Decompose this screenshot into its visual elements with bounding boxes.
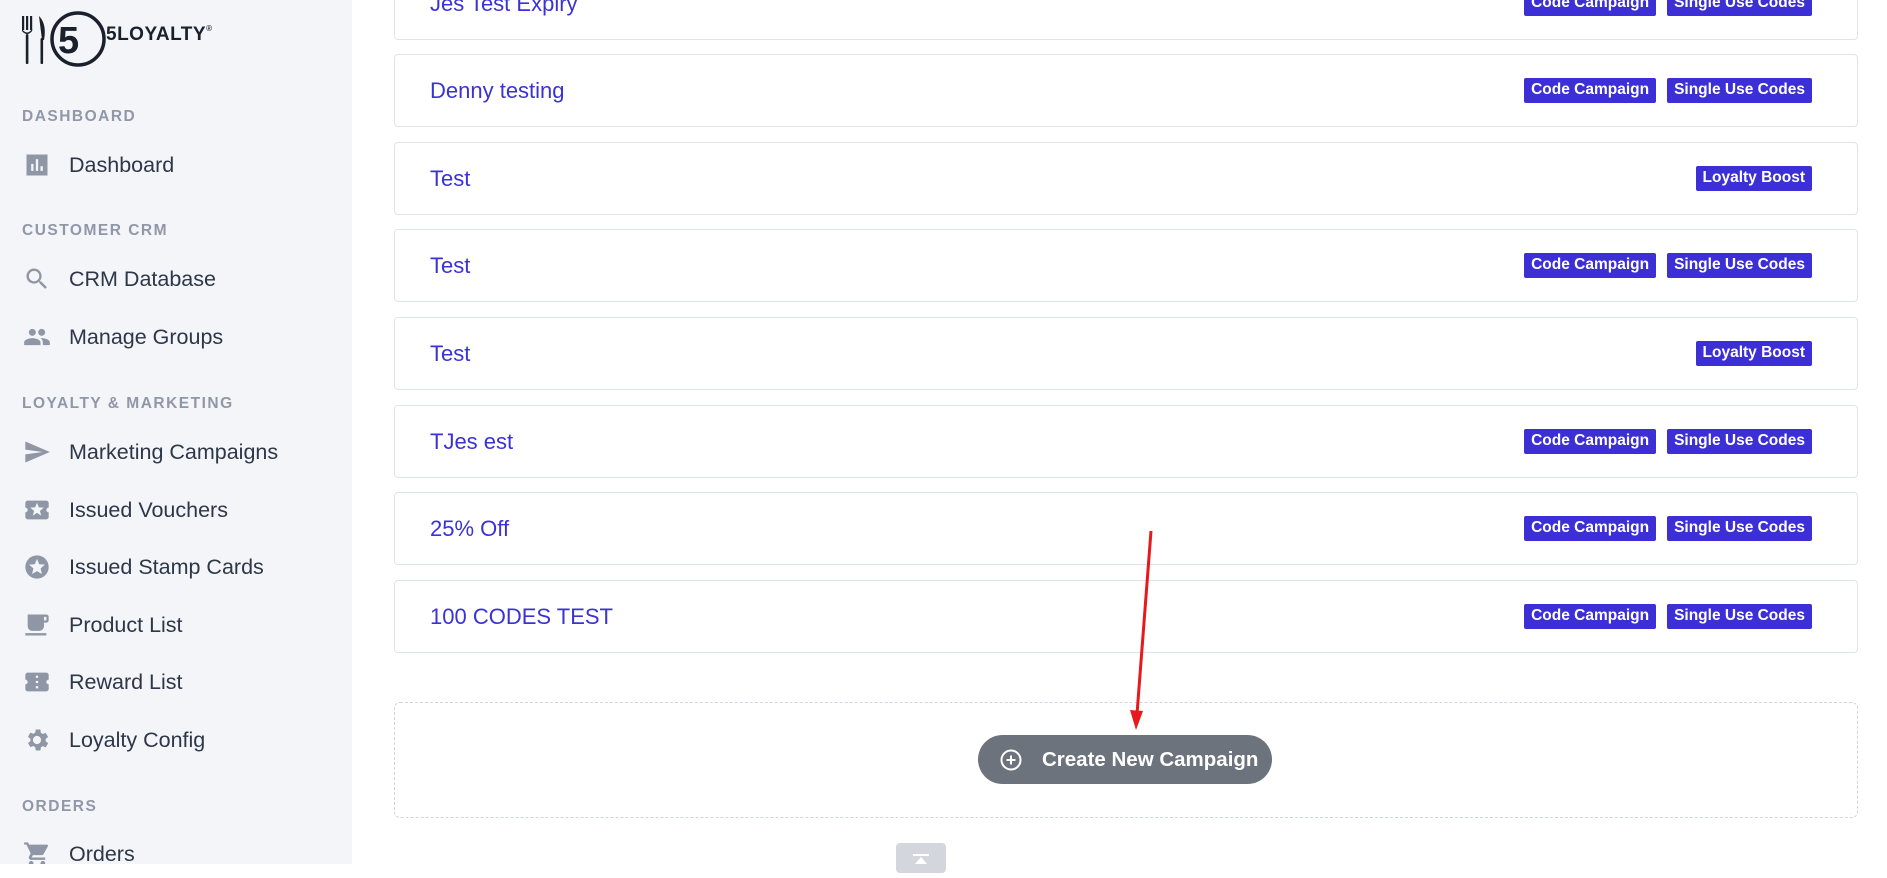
campaign-badges: Code Campaign Single Use Codes xyxy=(1524,604,1812,629)
section-title-customer-crm: CUSTOMER CRM xyxy=(22,222,169,239)
campaign-badges: Loyalty Boost xyxy=(1695,341,1812,366)
sidebar-item-crm-database[interactable]: CRM Database xyxy=(22,259,342,299)
sidebar-item-label: Issued Stamp Cards xyxy=(69,554,264,579)
create-new-campaign-label: Create New Campaign xyxy=(1042,747,1259,771)
campaign-badges: Code Campaign Single Use Codes xyxy=(1524,516,1812,541)
sidebar-item-issued-stamp-cards[interactable]: Issued Stamp Cards xyxy=(22,547,342,587)
campaign-type-badge: Code Campaign xyxy=(1524,604,1657,629)
section-title-loyalty-marketing: LOYALTY & MARKETING xyxy=(22,395,234,412)
campaign-type-badge: Code Campaign xyxy=(1524,78,1657,103)
campaign-row[interactable]: Jes Test Expiry Code Campaign Single Use… xyxy=(394,0,1858,40)
fork-knife-logo-icon: 5 xyxy=(22,11,106,67)
campaign-row[interactable]: 100 CODES TEST Code Campaign Single Use … xyxy=(394,580,1858,653)
section-title-orders: ORDERS xyxy=(22,798,98,815)
sidebar-item-label: Dashboard xyxy=(69,152,175,177)
campaign-name-link[interactable]: Denny testing xyxy=(430,78,565,104)
svg-text:5: 5 xyxy=(58,20,79,62)
campaign-type-badge: Single Use Codes xyxy=(1667,604,1812,629)
campaign-name-link[interactable]: 25% Off xyxy=(430,516,509,542)
campaign-name-link[interactable]: Test xyxy=(430,341,470,367)
sidebar-item-product-list[interactable]: Product List xyxy=(22,605,342,645)
campaign-name-link[interactable]: Test xyxy=(430,166,470,192)
create-new-campaign-button[interactable]: Create New Campaign xyxy=(978,735,1272,784)
sidebar-item-marketing-campaigns[interactable]: Marketing Campaigns xyxy=(22,432,342,472)
search-icon xyxy=(22,264,52,294)
section-title-dashboard: DASHBOARD xyxy=(22,108,137,125)
sidebar-item-dashboard[interactable]: Dashboard xyxy=(22,145,342,185)
sidebar-item-manage-groups[interactable]: Manage Groups xyxy=(22,317,342,357)
campaign-type-badge: Loyalty Boost xyxy=(1695,341,1812,366)
campaign-row[interactable]: TJes est Code Campaign Single Use Codes xyxy=(394,405,1858,478)
sidebar-item-loyalty-config[interactable]: Loyalty Config xyxy=(22,720,342,760)
sidebar-item-label: CRM Database xyxy=(69,266,216,291)
campaign-type-badge: Single Use Codes xyxy=(1667,516,1812,541)
campaign-badges: Code Campaign Single Use Codes xyxy=(1524,429,1812,454)
campaign-type-badge: Single Use Codes xyxy=(1667,253,1812,278)
campaign-row[interactable]: Test Loyalty Boost xyxy=(394,142,1858,215)
gear-icon xyxy=(22,725,52,755)
campaign-badges: Code Campaign Single Use Codes xyxy=(1524,0,1812,16)
campaign-type-badge: Code Campaign xyxy=(1524,429,1657,454)
sidebar-item-label: Issued Vouchers xyxy=(69,497,228,522)
campaign-name-link[interactable]: TJes est xyxy=(430,429,513,455)
campaign-badges: Loyalty Boost xyxy=(1695,166,1812,191)
plus-circle-icon xyxy=(1000,749,1022,770)
sidebar-item-issued-vouchers[interactable]: Issued Vouchers xyxy=(22,490,342,530)
campaign-row[interactable]: 25% Off Code Campaign Single Use Codes xyxy=(394,492,1858,565)
campaign-type-badge: Single Use Codes xyxy=(1667,78,1812,103)
campaign-type-badge: Code Campaign xyxy=(1524,253,1657,278)
reward-ticket-icon xyxy=(22,667,52,697)
ticket-icon xyxy=(22,495,52,525)
campaign-type-badge: Code Campaign xyxy=(1524,0,1657,16)
sidebar-item-label: Reward List xyxy=(69,669,183,694)
campaign-type-badge: Code Campaign xyxy=(1524,516,1657,541)
campaign-type-badge: Loyalty Boost xyxy=(1695,166,1812,191)
campaign-name-link[interactable]: Test xyxy=(430,253,470,279)
sidebar-item-label: Marketing Campaigns xyxy=(69,439,279,464)
sidebar-item-label: Manage Groups xyxy=(69,324,224,349)
campaign-name-link[interactable]: 100 CODES TEST xyxy=(430,604,613,630)
bar-chart-icon xyxy=(22,150,52,180)
people-icon xyxy=(22,322,52,352)
send-icon xyxy=(22,437,52,467)
campaign-name-link[interactable]: Jes Test Expiry xyxy=(430,0,578,17)
registered-mark: ® xyxy=(206,23,212,33)
sidebar-item-orders[interactable]: Orders xyxy=(22,834,342,864)
sidebar: 5 5LOYALTY ® DASHBOARD Dashboard CUSTOMER… xyxy=(0,0,352,864)
campaign-type-badge: Single Use Codes xyxy=(1667,0,1812,16)
campaign-badges: Code Campaign Single Use Codes xyxy=(1524,253,1812,278)
sidebar-item-reward-list[interactable]: Reward List xyxy=(22,662,342,702)
scroll-to-top-button[interactable] xyxy=(896,843,946,873)
brand-name: 5LOYALTY xyxy=(106,24,207,45)
campaign-badges: Code Campaign Single Use Codes xyxy=(1524,78,1812,103)
star-circle-icon xyxy=(22,552,52,582)
sidebar-item-label: Orders xyxy=(69,841,135,865)
cart-icon xyxy=(22,839,52,864)
arrow-up-icon xyxy=(913,854,929,864)
sidebar-item-label: Loyalty Config xyxy=(69,727,206,752)
campaign-type-badge: Single Use Codes xyxy=(1667,429,1812,454)
campaign-row[interactable]: Test Code Campaign Single Use Codes xyxy=(394,229,1858,302)
brand-logo[interactable]: 5 5LOYALTY ® xyxy=(20,6,212,70)
campaign-row[interactable]: Test Loyalty Boost xyxy=(394,317,1858,390)
sidebar-item-label: Product List xyxy=(69,612,183,637)
campaign-row[interactable]: Denny testing Code Campaign Single Use C… xyxy=(394,54,1858,127)
coffee-cup-icon xyxy=(22,610,52,640)
